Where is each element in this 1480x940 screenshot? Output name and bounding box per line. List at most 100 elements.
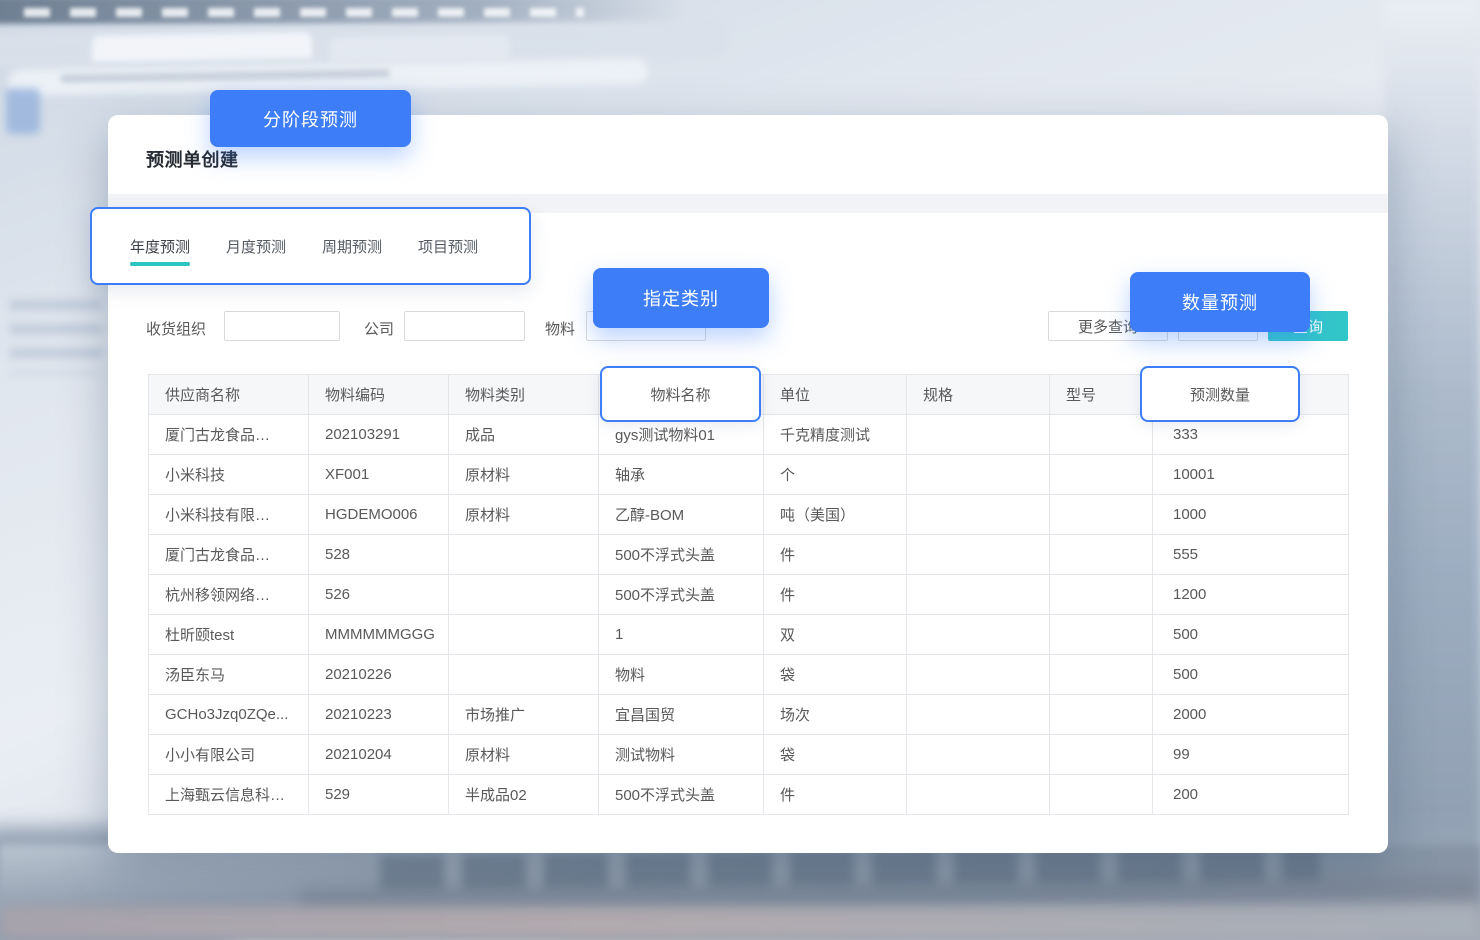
table-cell: 件 [764,575,907,615]
receiving-org-input[interactable] [224,311,340,341]
column-header: 单位 [764,375,907,415]
table-cell: 杜昕颐test [149,615,309,655]
table-cell: XF001 [309,455,449,495]
tab-annual-forecast[interactable]: 年度预测 [130,209,190,283]
tab-period-forecast[interactable]: 周期预测 [322,209,382,283]
table-cell: 杭州移领网络… [149,575,309,615]
table-cell: 千克精度测试 [764,415,907,455]
table-cell: 市场推广 [449,695,599,735]
table-cell [1050,455,1153,495]
table-row[interactable]: 汤臣东马20210226物料袋500 [149,655,1349,695]
table-row[interactable]: 小米科技有限…HGDEMO006原材料乙醇-BOM吨（美国）1000 [149,495,1349,535]
table-cell [1050,575,1153,615]
phased-forecast-badge: 分阶段预测 [210,90,411,147]
table-cell: 测试物料 [599,735,764,775]
table-row[interactable]: 上海甄云信息科…529半成品02500不浮式头盖件 200 [149,775,1349,815]
table-cell: 物料 [599,655,764,695]
table-cell: 汤臣东马 [149,655,309,695]
tab-label: 周期预测 [322,236,382,257]
table-cell: 528 [309,535,449,575]
forecast-qty-highlight-box: 预测数量 [1140,366,1300,422]
table-cell: 555 [1153,535,1349,575]
table-cell: 2000 [1153,695,1349,735]
table-cell: 场次 [764,695,907,735]
table-cell [907,775,1050,815]
table-cell: 1200 [1153,575,1349,615]
table-cell: 半成品02 [449,775,599,815]
table-row[interactable]: 小米科技XF001原材料轴承个10001 [149,455,1349,495]
active-tab-underline [130,262,190,266]
table-row[interactable]: 厦门古龙食品…528 500不浮式头盖件 555 [149,535,1349,575]
forecast-tabs-annotation-box: 年度预测 月度预测 周期预测 项目预测 [90,207,531,285]
table-cell: 原材料 [449,495,599,535]
table-cell [907,495,1050,535]
table-cell: 小米科技 [149,455,309,495]
table-cell: 成品 [449,415,599,455]
table-cell: 宜昌国贸 [599,695,764,735]
receiving-org-label: 收货组织 [146,318,206,339]
table-cell: MMMMMMGGG [309,615,449,655]
table-cell: GCHo3Jzq0ZQe... [149,695,309,735]
table-cell: 10001 [1153,455,1349,495]
material-name-highlight-box: 物料名称 [600,366,761,422]
column-header: 规格 [907,375,1050,415]
company-input[interactable] [404,311,525,341]
table-cell [1050,535,1153,575]
tab-label: 年度预测 [130,236,190,257]
forecast-table: 供应商名称物料编码物料类别物料名称单位规格型号预测数量 厦门古龙食品…20210… [148,374,1349,815]
table-row[interactable]: 小小有限公司20210204原材料测试物料袋 99 [149,735,1349,775]
table-cell [1050,615,1153,655]
table-cell: 99 [1153,735,1349,775]
table-cell: 20210223 [309,695,449,735]
table-row[interactable]: 杭州移领网络…526500不浮式头盖件1200 [149,575,1349,615]
table-cell: 500不浮式头盖 [599,535,764,575]
table-cell: 双 [764,615,907,655]
table-cell [449,655,599,695]
screenshot-stage: 预测单创建 年度预测月度预测周期预测项目预测 收货组织 公司 物料 更多查询 查… [0,0,1480,940]
column-header: 供应商名称 [149,375,309,415]
table-cell [1050,695,1153,735]
table-cell: 小小有限公司 [149,735,309,775]
table-cell: 500 [1153,615,1349,655]
table-cell [907,615,1050,655]
table-cell [1050,655,1153,695]
company-label: 公司 [364,318,394,339]
table-cell [907,455,1050,495]
table-cell: 原材料 [449,455,599,495]
quantity-forecast-badge: 数量预测 [1130,272,1310,332]
table-cell: 小米科技有限… [149,495,309,535]
table-cell: 袋 [764,735,907,775]
table-cell [907,535,1050,575]
table-cell: 厦门古龙食品… [149,535,309,575]
tab-project-forecast[interactable]: 项目预测 [418,209,478,283]
table-cell [449,575,599,615]
table-cell [1050,735,1153,775]
table-cell [1050,415,1153,455]
table-cell: 1000 [1153,495,1349,535]
tab-monthly-forecast[interactable]: 月度预测 [226,209,286,283]
page-title: 预测单创建 [146,146,239,172]
table-cell [907,655,1050,695]
table-cell [1050,495,1153,535]
table-cell [907,735,1050,775]
table-cell: 529 [309,775,449,815]
table-cell [907,415,1050,455]
column-header: 物料类别 [449,375,599,415]
table-cell: 500不浮式头盖 [599,775,764,815]
table-cell: 1 [599,615,764,655]
table-cell [907,575,1050,615]
table-cell: 原材料 [449,735,599,775]
table-cell: HGDEMO006 [309,495,449,535]
table-row[interactable]: 杜昕颐testMMMMMMGGG 1双 500 [149,615,1349,655]
table-row[interactable]: GCHo3Jzq0ZQe...20210223市场推广宜昌国贸场次 2000 [149,695,1349,735]
table-cell: 件 [764,775,907,815]
table-cell: 上海甄云信息科… [149,775,309,815]
table-cell [449,615,599,655]
table-cell: 袋 [764,655,907,695]
table-cell: 202103291 [309,415,449,455]
table-cell: 轴承 [599,455,764,495]
table-cell: 20210204 [309,735,449,775]
tab-label: 项目预测 [418,236,478,257]
table-cell: 件 [764,535,907,575]
table-cell: 200 [1153,775,1349,815]
